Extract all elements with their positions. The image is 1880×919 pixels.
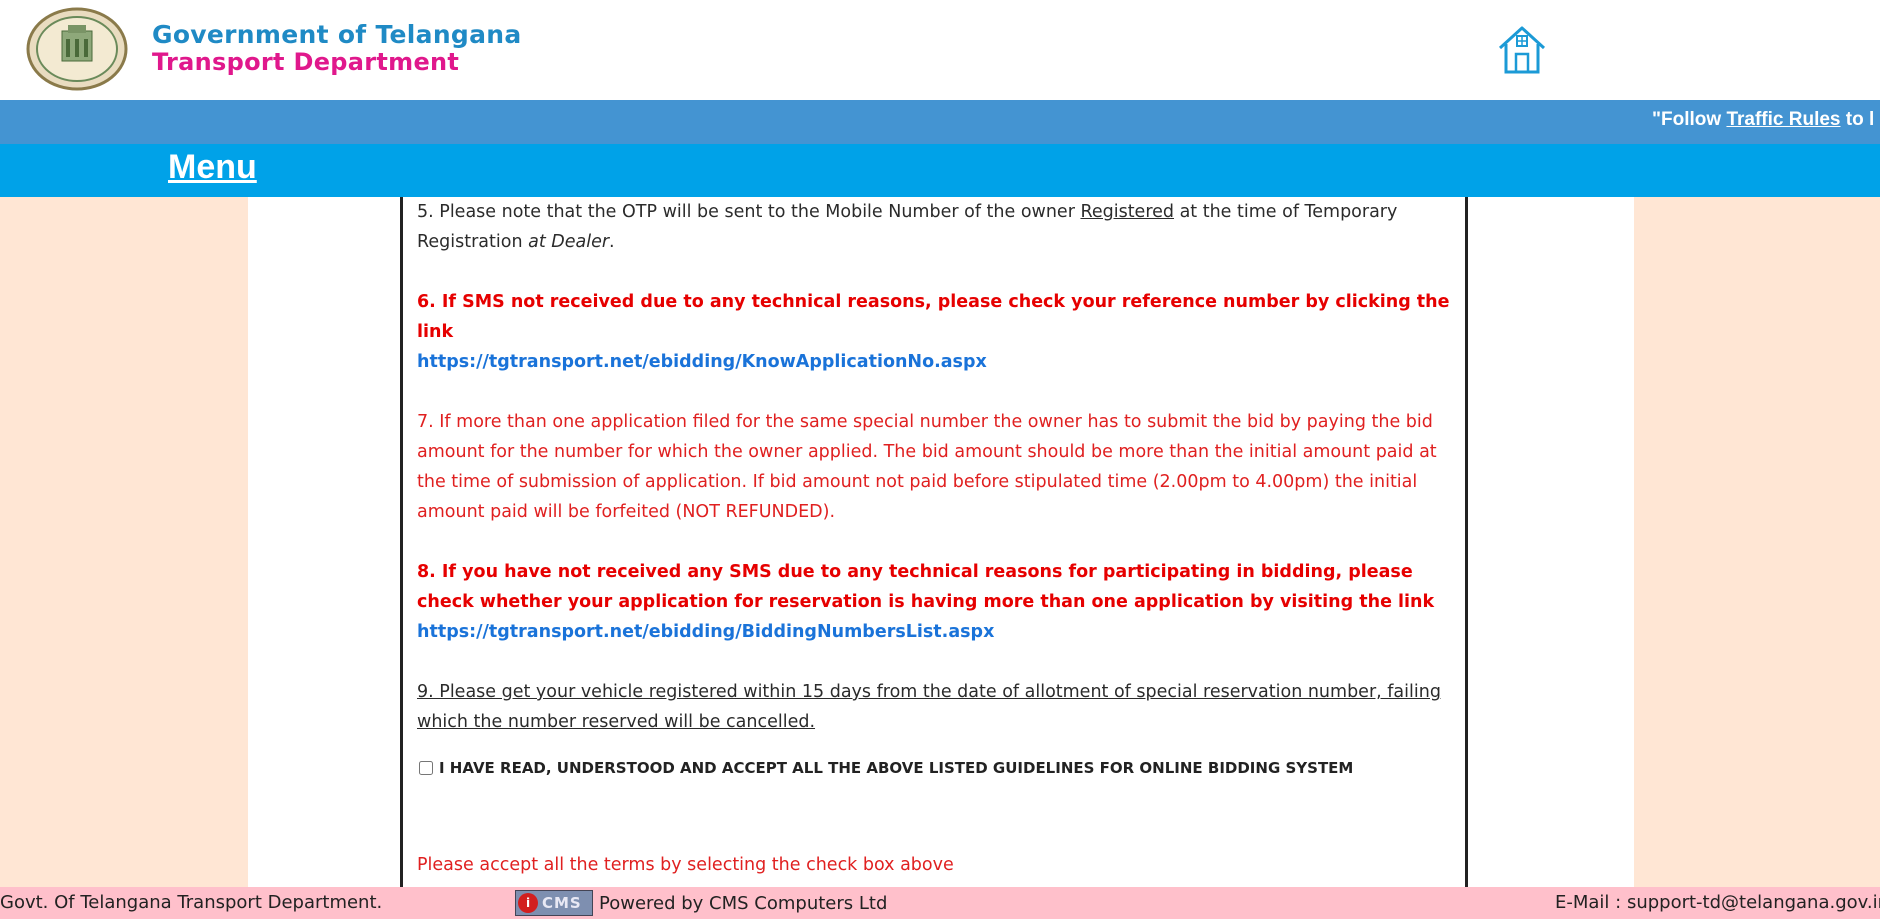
accept-terms-row: I HAVE READ, UNDERSTOOD AND ACCEPT ALL T… bbox=[417, 753, 1453, 783]
guideline-item-7: 7. If more than one application filed fo… bbox=[417, 412, 1437, 522]
site-footer: Govt. Of Telangana Transport Department.… bbox=[0, 887, 1880, 919]
accept-warning-message: Please accept all the terms by selecting… bbox=[417, 855, 954, 875]
menu-bar: Menu bbox=[0, 144, 1880, 197]
dept-title: Transport Department bbox=[152, 48, 460, 76]
menu-link[interactable]: Menu bbox=[168, 148, 257, 187]
announcement-marquee: "Follow Traffic Rules to l bbox=[0, 100, 1880, 144]
accept-terms-checkbox[interactable] bbox=[419, 761, 433, 775]
cms-logo: i CMS bbox=[515, 890, 593, 916]
cms-logo-mark: i bbox=[518, 893, 538, 913]
guideline-item-9: 9. Please get your vehicle registered wi… bbox=[417, 682, 1441, 732]
know-application-link[interactable]: https://tgtransport.net/ebidding/KnowApp… bbox=[417, 352, 987, 372]
site-header: Government of Telangana Transport Depart… bbox=[0, 0, 1880, 100]
guideline-item-8: 8. If you have not received any SMS due … bbox=[417, 562, 1435, 642]
guidelines-list: 5. Please note that the OTP will be sent… bbox=[417, 197, 1453, 783]
home-icon[interactable] bbox=[1496, 24, 1548, 76]
accept-terms-label: I HAVE READ, UNDERSTOOD AND ACCEPT ALL T… bbox=[439, 759, 1354, 777]
telangana-emblem-icon bbox=[26, 7, 128, 91]
bidding-numbers-link[interactable]: https://tgtransport.net/ebidding/Bidding… bbox=[417, 622, 994, 642]
guidelines-panel[interactable]: 5. Please note that the OTP will be sent… bbox=[400, 197, 1468, 887]
footer-powered-by: i CMS Powered by CMS Computers Ltd bbox=[515, 890, 887, 916]
marquee-text: "Follow Traffic Rules to l bbox=[1652, 109, 1875, 130]
guideline-item-5: 5. Please note that the OTP will be sent… bbox=[417, 202, 1398, 252]
org-title: Government of Telangana bbox=[152, 20, 522, 49]
footer-email: E-Mail : support-td@telangana.gov.in bbox=[1555, 892, 1880, 913]
cms-logo-text: CMS bbox=[542, 894, 582, 912]
footer-copyright: Govt. Of Telangana Transport Department. bbox=[0, 892, 383, 913]
powered-by-text: Powered by CMS Computers Ltd bbox=[599, 892, 888, 914]
traffic-rules-link[interactable]: Traffic Rules bbox=[1726, 109, 1840, 130]
guideline-item-6: 6. If SMS not received due to any techni… bbox=[417, 292, 1450, 372]
